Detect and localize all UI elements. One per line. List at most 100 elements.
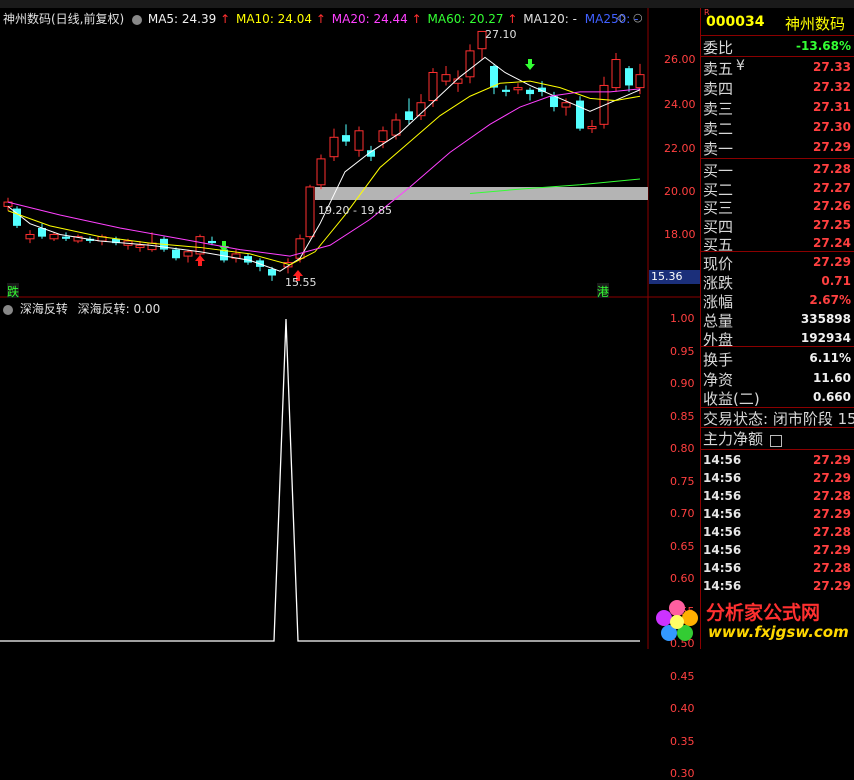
candle-body[interactable] xyxy=(49,233,59,240)
ma20-label: MA20: 24.44 xyxy=(331,12,408,26)
candle-body[interactable] xyxy=(405,111,413,120)
tick-row: 14:56 27.28 xyxy=(703,525,851,539)
candle-body[interactable] xyxy=(441,74,451,82)
ma250-label: MA250: - xyxy=(584,12,639,26)
candle-body[interactable] xyxy=(561,102,571,108)
ma60-up-arrow-icon: ↑ xyxy=(507,12,518,26)
main-y-label: 18.00 xyxy=(664,228,696,241)
indicator-dropdown-icon[interactable] xyxy=(3,304,13,315)
candle-body[interactable] xyxy=(172,249,180,259)
watermark-title: 分析家公式网 xyxy=(706,602,821,624)
candle-body[interactable] xyxy=(342,135,350,142)
bid-row: 买四 27.25 xyxy=(703,217,851,236)
header-dropdown-icon[interactable] xyxy=(132,14,143,25)
candle-body[interactable] xyxy=(316,158,326,186)
candle-body[interactable] xyxy=(183,251,193,257)
ask-row: 卖二 27.30 xyxy=(703,120,851,138)
sub-y-label: 0.90 xyxy=(670,377,695,390)
stock-title: 神州数码(日线,前复权) xyxy=(3,12,125,26)
quote-title-bar: R 000034 神州数码 xyxy=(701,8,854,34)
candle-body[interactable] xyxy=(354,130,364,151)
candle-body[interactable] xyxy=(268,269,276,276)
main-y-label: 22.00 xyxy=(664,142,696,155)
stat-row: 现价 27.29 xyxy=(703,255,851,273)
header-diamond-icon[interactable]: ◇ xyxy=(617,11,625,24)
ma20-up-arrow-icon: ↑ xyxy=(411,12,422,26)
candle-body[interactable] xyxy=(465,50,475,78)
candle-body[interactable] xyxy=(576,100,584,129)
candle-body[interactable] xyxy=(295,238,305,259)
wei-bi-row: 委比 -13.68% xyxy=(703,39,851,57)
ask-row: 卖三 27.31 xyxy=(703,100,851,118)
chart-header: 神州数码(日线,前复权) MA5: 24.39 ↑ MA10: 24.04 ↑ … xyxy=(3,10,638,27)
current-price-tag: 15.36 xyxy=(649,270,701,284)
candle-body[interactable] xyxy=(208,240,216,244)
sub-y-label: 0.65 xyxy=(670,539,695,553)
candle-body[interactable] xyxy=(526,89,534,95)
candle-body[interactable] xyxy=(611,59,621,89)
header-circle-icon[interactable]: ○ xyxy=(633,11,643,24)
candle-body[interactable] xyxy=(378,130,388,143)
main-force-row[interactable]: 主力净额 xyxy=(703,428,782,449)
watermark: 分析家公式网 www.fxjgsw.com xyxy=(648,592,854,649)
ask-row: 卖五 ¥ 27.33 xyxy=(703,58,851,78)
ask-row: 卖四 27.32 xyxy=(703,80,851,98)
indicator-title: 深海反转 xyxy=(19,302,68,316)
candle-body[interactable] xyxy=(587,125,597,130)
main-y-label: 26.00 xyxy=(664,53,696,66)
stock-name: 神州数码 xyxy=(785,15,846,33)
candle-body[interactable] xyxy=(135,244,145,248)
candle-body[interactable] xyxy=(502,89,510,92)
sub-y-label: 0.85 xyxy=(670,409,695,423)
stat-row: 涨跌 0.71 xyxy=(703,274,851,292)
ma60-label: MA60: 20.27 xyxy=(427,12,504,26)
bid-row: 买三 27.26 xyxy=(703,199,851,217)
gap-band xyxy=(315,187,648,200)
candle-body[interactable] xyxy=(62,236,70,239)
candle-body[interactable] xyxy=(428,71,438,102)
stat-row: 总量 335898 xyxy=(703,312,851,330)
stat-row: 外盘 192934 xyxy=(703,331,851,349)
candle-body[interactable] xyxy=(513,87,523,91)
candle-body[interactable] xyxy=(391,119,401,136)
ma10-up-arrow-icon: ↑ xyxy=(315,12,326,26)
main-force-label: 主力净额 xyxy=(703,430,764,448)
bid-row: 买一 27.28 xyxy=(703,162,851,180)
indicator-header: 深海反转 深海反转: 0.00 xyxy=(3,300,160,317)
sub-y-label: 1.00 xyxy=(670,312,695,325)
sub-y-label: 0.35 xyxy=(670,734,695,748)
ma10-label: MA10: 24.04 xyxy=(235,12,313,26)
candle-body[interactable] xyxy=(550,96,558,108)
kline-chart[interactable] xyxy=(0,8,700,298)
sub-y-label: 0.95 xyxy=(670,344,695,358)
ask-row: 卖一 27.29 xyxy=(703,140,851,158)
sub-y-label: 0.80 xyxy=(670,442,695,455)
sub-y-label: 0.30 xyxy=(670,767,695,780)
sub-y-label: 0.70 xyxy=(670,507,695,520)
indicator-chart[interactable] xyxy=(0,298,700,649)
tick-row: 14:56 27.28 xyxy=(703,489,851,503)
top-toolbar-strip xyxy=(0,0,854,8)
tick-row: 14:56 27.28 xyxy=(703,561,851,575)
high-price-label: 27.10 xyxy=(485,28,517,41)
bid-row: 买二 27.27 xyxy=(703,180,851,199)
sub-y-label: 0.75 xyxy=(670,474,695,488)
candle-body[interactable] xyxy=(305,186,315,238)
flower-logo-icon xyxy=(656,600,698,641)
indicator-value: 深海反转: 0.00 xyxy=(77,302,161,316)
candle-body[interactable] xyxy=(635,74,645,89)
tick-row: 14:56 27.29 xyxy=(703,507,851,521)
candle-body[interactable] xyxy=(25,233,35,240)
stat-row: 换手 6.11% xyxy=(703,351,851,369)
candle-body[interactable] xyxy=(329,136,339,158)
trade-status: 交易状态: 闭市阶段 15 xyxy=(703,410,854,428)
list-icon[interactable] xyxy=(769,434,782,447)
sub-y-label: 0.60 xyxy=(670,572,695,585)
candle-body[interactable] xyxy=(625,68,633,86)
low-price-label: 15.55 xyxy=(285,276,317,289)
stock-code: 000034 xyxy=(706,14,765,30)
ma5-up-arrow-icon: ↑ xyxy=(220,12,231,26)
main-y-label: 20.00 xyxy=(664,185,696,198)
ma120-label: MA120: - xyxy=(523,12,577,26)
sub-y-label: 0.40 xyxy=(670,702,695,715)
